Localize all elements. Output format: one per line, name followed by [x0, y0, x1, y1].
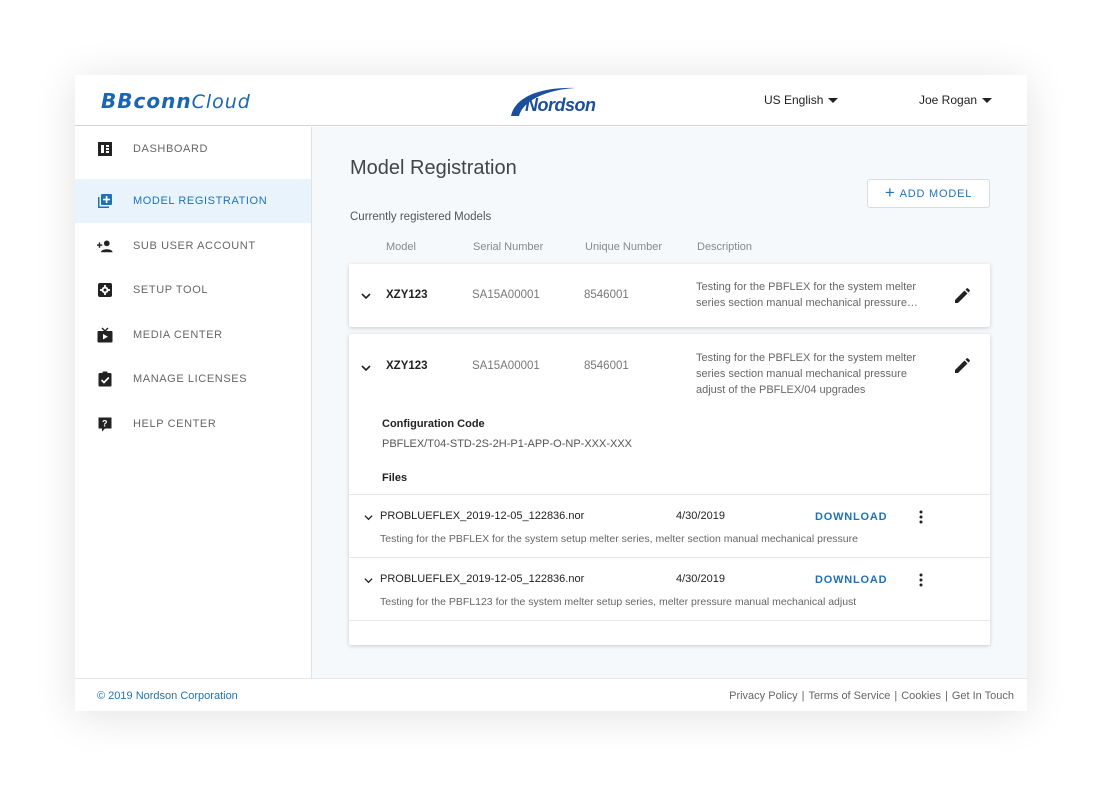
- chevron-down-icon[interactable]: [361, 291, 371, 301]
- link-separator: |: [894, 690, 898, 702]
- model-name: XZY123: [386, 360, 428, 372]
- person-add-icon: [97, 240, 113, 253]
- sidebar-item-label: DASHBOARD: [133, 143, 209, 155]
- add-model-label: ADD MODEL: [899, 187, 973, 200]
- more-vertical-icon[interactable]: [919, 572, 923, 588]
- link-separator: |: [801, 690, 805, 702]
- files-label: Files: [382, 472, 408, 484]
- serial-number: SA15A00001: [472, 360, 540, 372]
- sidebar-item-label: SETUP TOOL: [133, 284, 209, 296]
- sidebar-item-setup-tool[interactable]: SETUP TOOL: [75, 268, 311, 312]
- main-content: Model Registration + ADD MODEL Currently…: [312, 127, 1027, 678]
- help-icon: ?: [98, 417, 112, 432]
- top-bar: BBconnCloud Nordson US English Joe Rogan: [75, 75, 1027, 126]
- cookies-link[interactable]: Cookies: [901, 690, 941, 702]
- file-date: 4/30/2019: [676, 573, 725, 585]
- serial-number: SA15A00001: [472, 289, 540, 301]
- file-row: PROBLUEFLEX_2019-12-05_122836.nor 4/30/2…: [349, 557, 990, 620]
- app-window: BBconnCloud Nordson US English Joe Rogan: [75, 75, 1027, 711]
- model-name: XZY123: [386, 289, 428, 301]
- sidebar-item-help-center[interactable]: ? HELP CENTER: [75, 402, 311, 446]
- unique-number: 8546001: [584, 360, 629, 372]
- sidebar-item-manage-licenses[interactable]: MANAGE LICENSES: [75, 357, 311, 401]
- file-row: PROBLUEFLEX_2019-12-05_122836.nor 4/30/2…: [349, 494, 990, 557]
- user-name: Joe Rogan: [919, 93, 978, 107]
- get-in-touch-link[interactable]: Get In Touch: [952, 690, 1014, 702]
- sidebar-item-label: SUB USER ACCOUNT: [133, 240, 256, 252]
- column-header-model: Model: [386, 241, 416, 253]
- sidebar-item-dashboard[interactable]: DASHBOARD: [75, 127, 311, 171]
- add-model-button[interactable]: + ADD MODEL: [867, 179, 990, 208]
- description-line: Testing for the PBFLEX for the system me…: [696, 352, 917, 364]
- model-row-expanded[interactable]: XZY123 SA15A00001 8546001 Testing for th…: [349, 334, 990, 645]
- model-description: Testing for the PBFLEX for the system me…: [696, 350, 936, 398]
- page-title: Model Registration: [350, 157, 517, 179]
- chevron-down-icon[interactable]: [361, 363, 371, 373]
- file-description: Testing for the PBFL123 for the system m…: [380, 596, 857, 608]
- file-name: PROBLUEFLEX_2019-12-05_122836.nor: [380, 510, 585, 522]
- chevron-down-icon[interactable]: [364, 576, 373, 585]
- column-header-description: Description: [697, 241, 753, 253]
- more-vertical-icon[interactable]: [919, 509, 923, 525]
- model-description: Testing for the PBFLEX for the system me…: [696, 279, 936, 311]
- settings-box-icon: [98, 283, 112, 297]
- file-list-end: [349, 620, 990, 645]
- configuration-code-value: PBFLEX/T04-STD-2S-2H-P1-APP-O-NP-XXX-XXX: [382, 438, 633, 450]
- column-header-unique: Unique Number: [585, 241, 663, 253]
- model-row[interactable]: XZY123 SA15A00001 8546001 Testing for th…: [349, 264, 990, 327]
- sidebar-item-label: MANAGE LICENSES: [133, 373, 248, 385]
- footer: © 2019 Nordson Corporation Privacy Polic…: [75, 678, 1027, 711]
- live-tv-icon: [97, 327, 113, 343]
- footer-links: Privacy Policy | Terms of Service | Cookies |…: [729, 690, 1014, 702]
- caret-down-icon: [982, 97, 993, 103]
- brand-name: Nordson: [525, 95, 596, 115]
- sidebar-item-media-center[interactable]: MEDIA CENTER: [75, 313, 311, 357]
- plus-icon: +: [884, 183, 896, 202]
- nordson-logo: Nordson: [505, 83, 605, 119]
- file-date: 4/30/2019: [676, 510, 725, 522]
- user-menu[interactable]: Joe Rogan: [919, 93, 993, 107]
- language-label: US English: [764, 93, 824, 107]
- assignment-check-icon: [98, 371, 112, 387]
- unique-number: 8546001: [584, 289, 629, 301]
- edit-icon[interactable]: [954, 358, 970, 374]
- copyright: © 2019 Nordson Corporation: [97, 690, 238, 702]
- link-separator: |: [944, 690, 948, 702]
- dashboard-icon: [98, 142, 112, 156]
- svg-text:?: ?: [102, 419, 108, 429]
- description-line: series section manual mechanical pressur…: [696, 297, 918, 309]
- column-header-serial: Serial Number: [473, 241, 544, 253]
- terms-of-service-link[interactable]: Terms of Service: [808, 690, 890, 702]
- language-selector[interactable]: US English: [764, 93, 839, 107]
- sidebar-item-sub-user-account[interactable]: SUB USER ACCOUNT: [75, 224, 311, 268]
- privacy-policy-link[interactable]: Privacy Policy: [729, 690, 797, 702]
- chevron-down-icon[interactable]: [364, 513, 373, 522]
- configuration-code-label: Configuration Code: [382, 418, 485, 430]
- description-line: series section manual mechanical pressur…: [696, 368, 907, 380]
- app-name-light: Cloud: [191, 91, 251, 113]
- sidebar-item-label: HELP CENTER: [133, 418, 217, 430]
- app-logo[interactable]: BBconnCloud: [101, 89, 251, 113]
- section-subtitle: Currently registered Models: [350, 211, 492, 223]
- download-button[interactable]: DOWNLOAD: [815, 511, 887, 523]
- edit-icon[interactable]: [954, 288, 970, 304]
- sidebar-item-label: MODEL REGISTRATION: [133, 195, 268, 207]
- caret-down-icon: [828, 97, 839, 103]
- file-name: PROBLUEFLEX_2019-12-05_122836.nor: [380, 573, 585, 585]
- sidebar-item-label: MEDIA CENTER: [133, 329, 223, 341]
- description-line: adjust of the PBFLEX/04 upgrades: [696, 384, 866, 396]
- sidebar-item-model-registration[interactable]: MODEL REGISTRATION: [75, 179, 311, 223]
- library-add-icon: [98, 194, 112, 208]
- file-description: Testing for the PBFLEX for the system se…: [380, 533, 858, 545]
- download-button[interactable]: DOWNLOAD: [815, 574, 887, 586]
- description-line: Testing for the PBFLEX for the system me…: [696, 281, 917, 293]
- sidebar: DASHBOARD MODEL REGISTRATION SUB USER AC…: [75, 127, 312, 678]
- app-name-bold: BBconn: [101, 89, 192, 113]
